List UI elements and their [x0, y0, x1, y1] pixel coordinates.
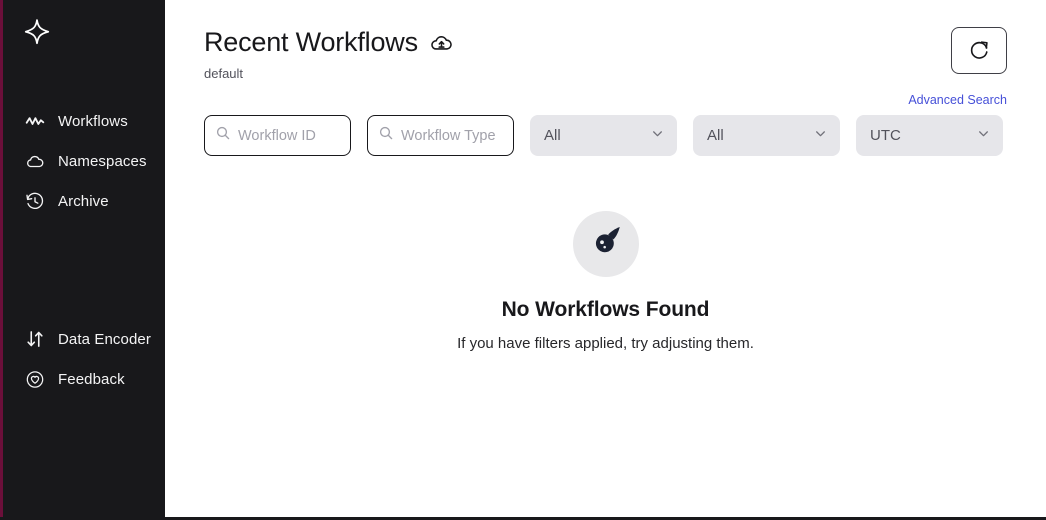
- time-range-select-value: All: [707, 127, 724, 144]
- refresh-icon: [968, 38, 991, 64]
- history-clock-icon: [25, 191, 45, 211]
- status-select[interactable]: All: [530, 115, 677, 156]
- heart-circle-icon: [25, 369, 45, 389]
- search-icon: [215, 125, 231, 146]
- sidebar-item-label: Namespaces: [58, 152, 147, 170]
- four-point-star-logo-icon: [22, 17, 52, 52]
- main-content: Recent Workflows default Advanced Search…: [165, 0, 1046, 517]
- workflow-id-input[interactable]: [238, 127, 340, 144]
- activity-zigzag-icon: [25, 111, 45, 131]
- sidebar-item-label: Workflows: [58, 112, 128, 130]
- empty-state-title: No Workflows Found: [501, 298, 710, 321]
- chevron-down-icon: [651, 127, 664, 145]
- workflow-type-field[interactable]: [367, 115, 514, 156]
- status-select-value: All: [544, 127, 561, 144]
- page-header: Recent Workflows default: [204, 0, 1007, 81]
- app-logo[interactable]: [3, 0, 165, 68]
- advanced-search-link[interactable]: Advanced Search: [908, 93, 1007, 107]
- empty-state-icon-circle: [572, 211, 639, 277]
- empty-state: No Workflows Found If you have filters a…: [204, 211, 1007, 352]
- sidebar-item-label: Archive: [58, 192, 109, 210]
- comet-icon: [587, 223, 625, 266]
- timezone-select-value: UTC: [870, 127, 901, 144]
- arrows-down-up-icon: [25, 329, 45, 349]
- cloud-upload-icon[interactable]: [429, 30, 454, 60]
- cloud-icon: [25, 151, 45, 171]
- sidebar-item-label: Feedback: [58, 370, 125, 388]
- sidebar-primary-nav: Workflows Namespaces Archive: [3, 101, 165, 221]
- workflow-type-input[interactable]: [401, 127, 503, 144]
- sidebar: Workflows Namespaces Archive Data Encode…: [0, 0, 165, 517]
- page-title-row: Recent Workflows: [204, 26, 454, 60]
- empty-state-subtitle: If you have filters applied, try adjusti…: [457, 335, 754, 352]
- app-root: Workflows Namespaces Archive Data Encode…: [0, 0, 1046, 520]
- namespace-label: default: [204, 66, 244, 81]
- page-title: Recent Workflows: [204, 27, 418, 58]
- sidebar-item-data-encoder[interactable]: Data Encoder: [3, 319, 165, 359]
- refresh-button[interactable]: [951, 27, 1007, 74]
- sidebar-item-label: Data Encoder: [58, 330, 151, 348]
- time-range-select[interactable]: All: [693, 115, 840, 156]
- sidebar-secondary-nav: Data Encoder Feedback: [3, 319, 165, 399]
- sidebar-item-namespaces[interactable]: Namespaces: [3, 141, 165, 181]
- timezone-select[interactable]: UTC: [856, 115, 1003, 156]
- filter-bar: All All UTC: [204, 115, 1007, 156]
- search-icon: [378, 125, 394, 146]
- chevron-down-icon: [814, 127, 827, 145]
- workflow-id-field[interactable]: [204, 115, 351, 156]
- sidebar-item-archive[interactable]: Archive: [3, 181, 165, 221]
- advanced-search-row: Advanced Search: [204, 93, 1007, 107]
- sidebar-item-workflows[interactable]: Workflows: [3, 101, 165, 141]
- page-title-block: Recent Workflows default: [204, 26, 454, 81]
- sidebar-item-feedback[interactable]: Feedback: [3, 359, 165, 399]
- chevron-down-icon: [977, 127, 990, 145]
